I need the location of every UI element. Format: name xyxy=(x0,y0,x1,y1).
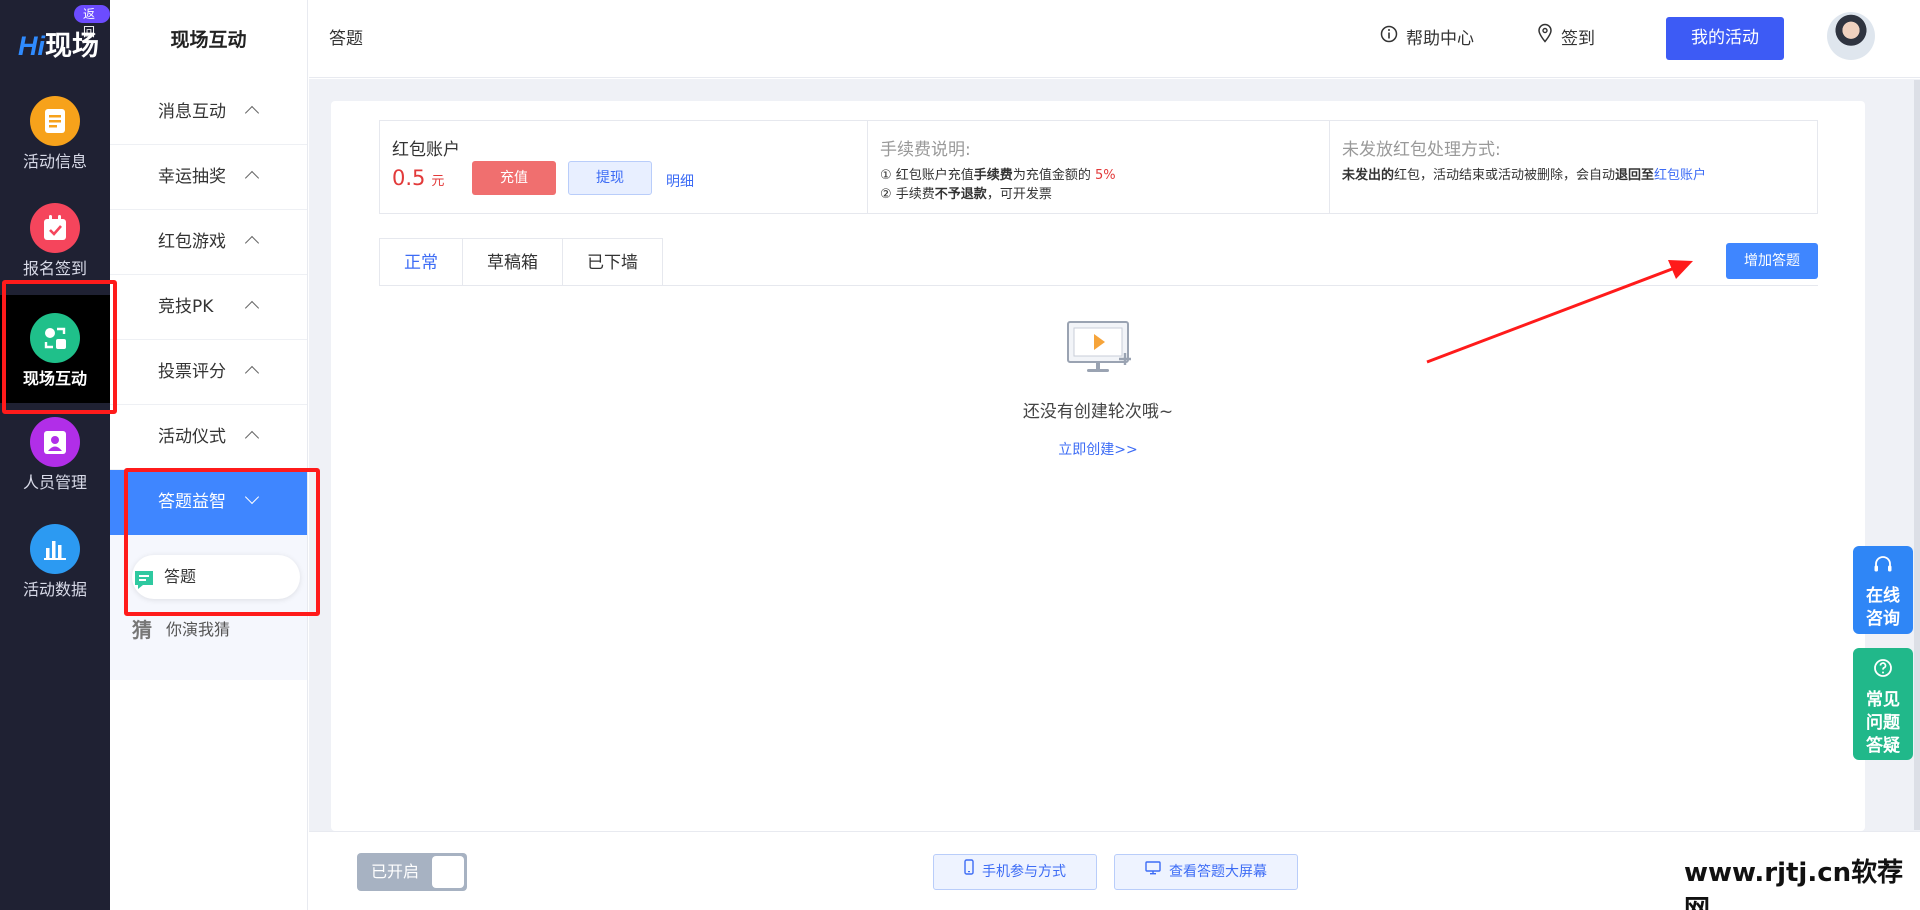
back-badge[interactable]: 返回 xyxy=(74,5,110,39)
vertical-scrollbar[interactable] xyxy=(1914,80,1920,830)
main-content: 红包账户 0.5 元 充值 提现 明细 手续费说明: ① 红包账户充值手续费为充值… xyxy=(309,79,1920,831)
breadcrumb: 答题 xyxy=(329,29,363,49)
nav-group-red-packet[interactable]: 红包游戏 xyxy=(110,210,307,275)
add-quiz-button[interactable]: 增加答题 xyxy=(1726,243,1818,279)
guess-glyph-icon: 猜 xyxy=(132,618,152,642)
bottom-bar: 已开启 手机参与方式 查看答题大屏幕 www.rjtj.cn软荐网 xyxy=(309,831,1920,910)
mobile-join-button[interactable]: 手机参与方式 xyxy=(933,854,1097,890)
my-activity-button[interactable]: 我的活动 xyxy=(1666,17,1784,60)
toggle-label: 已开启 xyxy=(371,862,420,881)
subnav-item-label: 你演我猜 xyxy=(166,620,231,639)
mobile-join-label: 手机参与方式 xyxy=(982,864,1066,880)
document-icon xyxy=(30,96,80,146)
nav-group-ceremony[interactable]: 活动仪式 xyxy=(110,405,307,470)
mobile-phone-icon xyxy=(964,854,974,888)
unsent-cell: 未发放红包处理方式: 未发出的红包，活动结束或活动被删除，会自动退回至红包账户 xyxy=(1330,121,1817,213)
rail-item-label: 活动信息 xyxy=(22,152,87,171)
fee-rate: 5% xyxy=(1094,168,1116,183)
create-now-link[interactable]: 立即创建>> xyxy=(331,439,1865,459)
monitor-icon xyxy=(1145,854,1161,888)
chevron-up-icon xyxy=(244,235,260,251)
empty-screen-icon xyxy=(1065,319,1135,381)
location-pin-icon xyxy=(1537,0,1553,77)
account-title: 红包账户 xyxy=(392,140,460,160)
empty-message: 还没有创建轮次哦~ xyxy=(1022,402,1174,422)
interaction-icon xyxy=(30,313,80,363)
view-big-screen-label: 查看答题大屏幕 xyxy=(1169,864,1267,880)
view-big-screen-button[interactable]: 查看答题大屏幕 xyxy=(1114,854,1298,890)
app-root: Hi现场 返回 活动信息 报名签到 现场互动 人员管理 活动数据 现场互动 消息… xyxy=(0,0,1920,910)
enable-toggle[interactable]: 已开启 xyxy=(357,853,467,891)
red-packet-info-bar: 红包账户 0.5 元 充值 提现 明细 手续费说明: ① 红包账户充值手续费为充值… xyxy=(379,120,1818,214)
toggle-knob xyxy=(432,856,464,888)
help-center-label: 帮助中心 xyxy=(1406,29,1474,49)
red-packet-account-link[interactable]: 红包账户 xyxy=(1654,168,1706,183)
question-circle-icon xyxy=(1853,658,1913,685)
rail-item-label: 现场互动 xyxy=(22,369,87,388)
chevron-up-icon xyxy=(244,170,260,186)
bar-chart-icon xyxy=(30,524,80,574)
chevron-down-icon xyxy=(244,489,260,505)
online-consult-button[interactable]: 在线 咨询 xyxy=(1853,546,1913,634)
faq-button[interactable]: 常见 问题 答疑 xyxy=(1853,648,1913,760)
unsent-title: 未发放红包处理方式: xyxy=(1342,140,1501,160)
account-unit: 元 xyxy=(431,174,445,189)
fee-cell: 手续费说明: ① 红包账户充值手续费为充值金额的 5% ② 手续费不予退款，可开… xyxy=(868,121,1330,213)
calendar-check-icon xyxy=(30,203,80,253)
icon-rail: Hi现场 返回 活动信息 报名签到 现场互动 人员管理 活动数据 xyxy=(0,0,110,910)
quiz-submenu: 答题 猜 你演我猜 xyxy=(110,535,307,680)
chevron-up-icon xyxy=(244,105,260,121)
checkin-label: 签到 xyxy=(1561,29,1595,49)
checkin-link[interactable]: 签到 xyxy=(1537,0,1595,78)
rail-item-live-interaction[interactable]: 现场互动 xyxy=(0,295,110,403)
tabs-divider xyxy=(379,285,1818,286)
account-cell: 红包账户 0.5 元 充值 提现 明细 xyxy=(380,121,868,213)
fee-line-2: ② 手续费不予退款，可开发票 xyxy=(880,187,1052,202)
account-balance: 0.5 元 xyxy=(392,166,445,190)
subnav-title: 现场互动 xyxy=(170,29,247,51)
rail-item-label: 报名签到 xyxy=(22,259,87,278)
nav-group-pk[interactable]: 竞技PK xyxy=(110,275,307,340)
secondary-nav: 现场互动 消息互动 幸运抽奖 红包游戏 竞技PK 投票评分 活动仪式 答题益智 … xyxy=(110,0,308,910)
subnav-item-label: 答题 xyxy=(164,567,197,586)
logo-hi: Hi xyxy=(18,31,45,61)
rail-item-people[interactable]: 人员管理 xyxy=(0,417,110,525)
rail-item-label: 活动数据 xyxy=(22,580,87,599)
nav-group-quiz[interactable]: 答题益智 xyxy=(110,470,307,535)
chevron-up-icon xyxy=(244,430,260,446)
recharge-button[interactable]: 充值 xyxy=(472,161,556,195)
avatar[interactable] xyxy=(1827,12,1875,60)
tab-removed[interactable]: 已下墙 xyxy=(563,238,663,286)
chevron-up-icon xyxy=(244,300,260,316)
headset-icon xyxy=(1853,556,1913,581)
tab-normal[interactable]: 正常 xyxy=(379,238,463,286)
unsent-line: 未发出的红包，活动结束或活动被删除，会自动退回至红包账户 xyxy=(1342,168,1707,183)
subnav-item-guess[interactable]: 猜 你演我猜 xyxy=(132,608,300,652)
info-circle-icon xyxy=(1380,0,1398,77)
top-header: 答题 帮助中心 签到 我的活动 xyxy=(309,0,1920,78)
content-card: 红包账户 0.5 元 充值 提现 明细 手续费说明: ① 红包账户充值手续费为充值… xyxy=(331,101,1865,831)
help-center-link[interactable]: 帮助中心 xyxy=(1380,0,1474,78)
tab-drafts[interactable]: 草稿箱 xyxy=(463,238,563,286)
fee-line-1: ① 红包账户充值手续费为充值金额的 5% xyxy=(880,168,1116,183)
chevron-up-icon xyxy=(244,365,260,381)
nav-group-lottery[interactable]: 幸运抽奖 xyxy=(110,145,307,210)
watermark-text: www.rjtj.cn软荐网 xyxy=(1684,858,1904,910)
nav-group-message[interactable]: 消息互动 xyxy=(110,80,307,145)
quiz-chat-icon xyxy=(132,565,156,589)
subnav-item-quiz[interactable]: 答题 xyxy=(132,555,300,599)
withdraw-button[interactable]: 提现 xyxy=(568,161,652,195)
fee-title: 手续费说明: xyxy=(880,140,971,160)
contact-card-icon xyxy=(30,417,80,467)
nav-group-vote[interactable]: 投票评分 xyxy=(110,340,307,405)
rail-item-label: 人员管理 xyxy=(22,473,87,492)
detail-link[interactable]: 明细 xyxy=(666,171,694,191)
rail-item-activity-info[interactable]: 活动信息 xyxy=(0,96,110,204)
rail-item-data[interactable]: 活动数据 xyxy=(0,524,110,632)
status-tabs: 正常 草稿箱 已下墙 xyxy=(379,238,663,286)
